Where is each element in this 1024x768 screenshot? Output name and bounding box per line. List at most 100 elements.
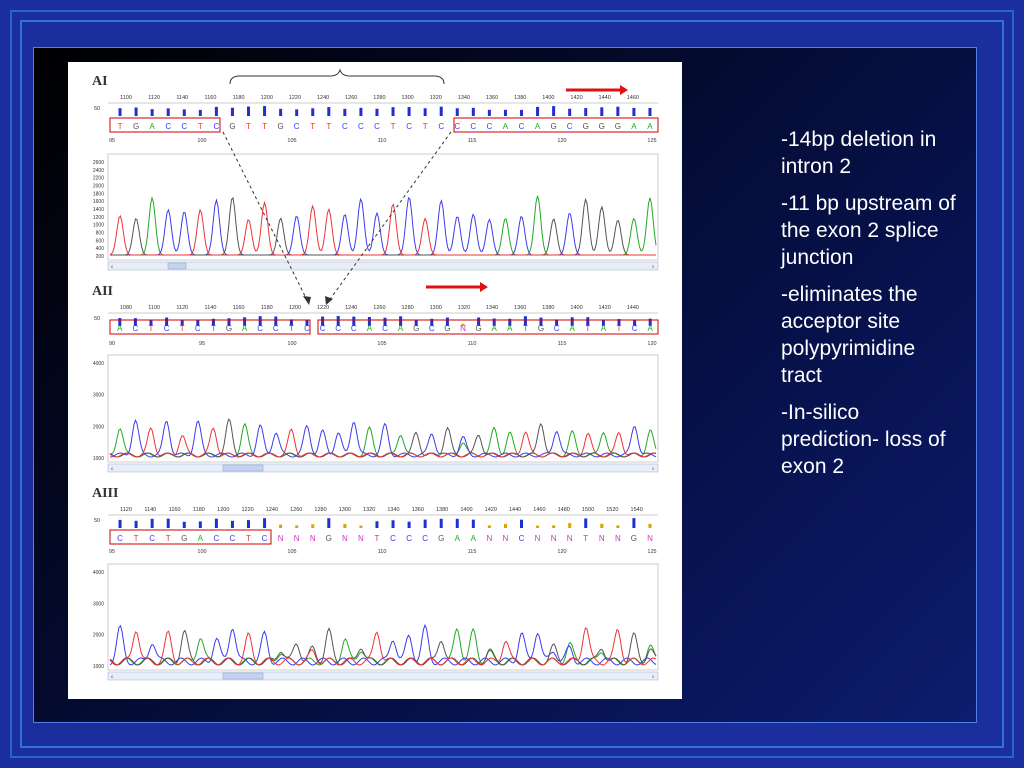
scroll-left-icon: ‹ [111,265,113,271]
quality-axis-label: 50 [94,518,100,524]
ruler-tick-label: 1240 [317,95,329,101]
base-call: N [503,534,509,543]
ruler-tick-label: 1340 [387,507,399,513]
y-tick-label: 2000 [93,184,104,190]
ruler-tick-label: 1520 [606,507,618,513]
ruler-tick-label: 1140 [205,305,217,311]
base-call: G [475,324,481,333]
quality-bar [327,518,331,528]
ruler-tick-label: 1480 [558,507,570,513]
quality-bar [423,108,427,116]
base-call: C [632,324,638,333]
quality-bar [487,109,491,116]
base-call: C [519,122,525,131]
base-call: C [133,324,139,333]
base-call: N [599,534,605,543]
bullet-list: -14bp deletion in intron 2 -11 bp upstre… [781,126,961,490]
base-call: A [570,324,576,333]
base-call: N [535,534,541,543]
quality-axis-label: 50 [94,106,100,112]
quality-bar [279,108,283,116]
base-call: C [257,324,263,333]
position-label: 105 [377,341,386,347]
direction-arrow-head [620,85,628,95]
ruler-tick-label: 1160 [169,507,181,513]
ruler-tick-label: 1120 [176,305,188,311]
base-call: A [198,534,204,543]
quality-bar [407,521,411,528]
y-tick-label: 1400 [93,207,104,213]
quality-bar [134,520,138,528]
quality-bar [230,520,234,528]
base-call: A [631,122,637,131]
base-call: A [492,324,498,333]
bullet-acceptor-site: -eliminates the acceptor site polypyrimi… [781,283,918,387]
quality-bar [182,521,186,528]
quality-bar [311,524,315,528]
quality-bar [632,518,636,528]
quality-bar [198,109,202,116]
base-call: T [617,324,622,333]
ruler-tick-label: 1100 [148,305,160,311]
base-call: C [213,534,219,543]
quality-bar [584,518,588,528]
position-label: 120 [647,341,656,347]
quality-bar [311,108,315,116]
ruler-tick-label: 1340 [458,95,470,101]
ruler-tick-label: 1260 [373,305,385,311]
y-tick-label: 1000 [93,456,104,462]
base-call: A [507,324,513,333]
base-call: T [583,534,588,543]
base-call: N [486,534,492,543]
quality-bar [503,523,507,528]
base-call: T [134,534,139,543]
y-tick-label: 400 [96,246,105,252]
ruler-tick-label: 1120 [148,95,160,101]
quality-bar [520,109,523,116]
base-call: C [390,534,396,543]
base-call: T [246,534,251,543]
bullet-deletion: -14bp deletion in intron 2 [781,128,937,178]
base-call: C [351,324,357,333]
base-call: A [647,122,653,131]
y-tick-label: 200 [96,254,105,260]
base-call: C [406,122,412,131]
y-tick-label: 1800 [93,191,104,197]
quality-bar [359,525,363,528]
quality-bar [455,518,459,528]
position-label: 110 [468,341,477,347]
quality-bar [391,520,395,528]
y-tick-label: 1000 [93,223,104,229]
ruler-tick-label: 1440 [509,507,521,513]
ruler-tick-label: 1160 [233,305,245,311]
quality-bar [471,107,475,116]
quality-bar [375,521,379,528]
base-call: T [326,122,331,131]
ruler-tick-label: 1320 [458,305,470,311]
ruler-tick-label: 1460 [627,95,639,101]
quality-bar [600,523,604,528]
base-call: N [358,534,364,543]
quality-bar [503,109,507,116]
ruler-tick-label: 1080 [120,305,132,311]
base-call: G [599,122,605,131]
ruler-tick-label: 1320 [430,95,442,101]
base-call: N [567,534,573,543]
base-call: C [382,324,388,333]
base-call: T [198,122,203,131]
ruler-tick-label: 1180 [233,95,245,101]
base-call: C [422,534,428,543]
chromatogram-svg: AI 1100 1120 1140 1160 1180 1200 1220 1240 1260 12… [92,68,659,681]
position-label: 115 [468,138,477,144]
y-tick-label: 2000 [93,424,104,430]
ruler-tick-label: 1200 [217,507,229,513]
scroll-right-icon: › [652,675,654,681]
ruler-tick-label: 1440 [627,305,639,311]
quality-bar [150,518,154,528]
ruler-tick-label: 1380 [436,507,448,513]
base-call: T [246,122,251,131]
base-call: G [229,122,235,131]
quality-bar [230,107,234,116]
base-call: C [429,324,435,333]
quality-axis-label: 50 [94,316,100,322]
